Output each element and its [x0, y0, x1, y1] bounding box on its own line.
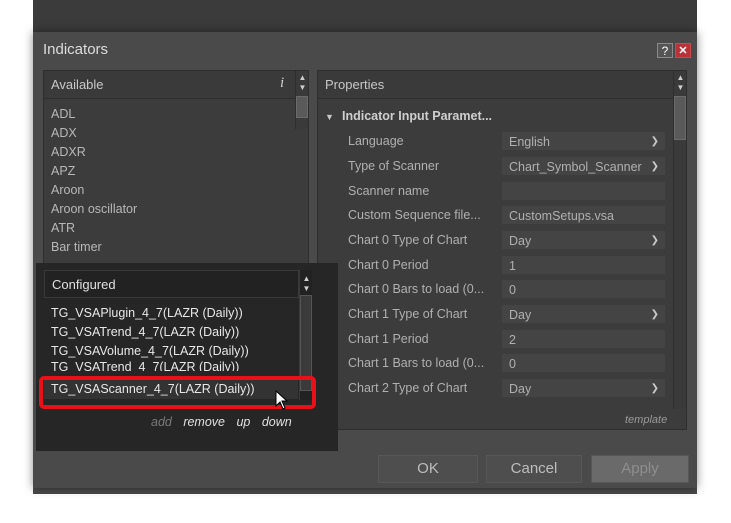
chart0-type-value: Day — [509, 234, 532, 248]
down-link[interactable]: down — [262, 415, 292, 429]
remove-link[interactable]: remove — [183, 415, 225, 429]
chart0-bars-input[interactable]: 0 — [501, 279, 666, 299]
configured-actions: add remove up down — [151, 413, 292, 431]
available-item-aroon-oscillator[interactable]: Aroon oscillator — [44, 200, 294, 219]
apply-button[interactable]: Apply — [591, 455, 689, 483]
property-label: Scanner name — [348, 184, 430, 198]
info-icon[interactable]: i — [280, 75, 284, 92]
props-scroll-up-icon[interactable]: ▲ — [674, 73, 687, 83]
help-button[interactable]: ? — [657, 43, 673, 58]
property-label: Type of Scanner — [348, 159, 440, 173]
available-item-aroon[interactable]: Aroon — [44, 181, 294, 200]
available-scrollbar[interactable]: ▲ ▼ — [295, 71, 308, 129]
property-row: Chart 1 Type of Chart Day ❯ — [348, 304, 668, 328]
scroll-thumb[interactable] — [296, 96, 308, 118]
property-row: Chart 1 Period 2 — [348, 329, 668, 353]
section-title[interactable]: Indicator Input Paramet... — [342, 109, 492, 123]
available-item-bar-timer[interactable]: Bar timer — [44, 238, 294, 257]
title-bar[interactable]: Indicators ? ✕ — [33, 32, 697, 64]
available-header-label: Available — [51, 77, 104, 92]
props-scroll-thumb[interactable] — [674, 96, 686, 140]
props-scroll-down-icon[interactable]: ▼ — [674, 83, 687, 93]
section-collapse-icon[interactable]: ▼ — [325, 112, 334, 122]
template-link[interactable]: template — [625, 414, 667, 426]
properties-panel: Properties ▲ ▼ ▼ Indicator Input Paramet… — [317, 70, 687, 430]
property-row: Chart 2 Type of Chart Day ❯ — [348, 378, 668, 402]
mouse-cursor-icon — [275, 390, 289, 410]
properties-scrollbar[interactable]: ▲ ▼ — [673, 71, 686, 409]
configured-scroll-up-icon[interactable]: ▲ — [300, 274, 313, 284]
configured-header-label: Configured — [52, 277, 116, 292]
chart2-type-select[interactable]: Day ❯ — [501, 378, 666, 398]
scanner-type-select[interactable]: Chart_Symbol_Scanner ❯ — [501, 156, 666, 176]
ok-button[interactable]: OK — [378, 455, 478, 483]
property-row: Chart 0 Period 1 — [348, 255, 668, 279]
property-label: Chart 1 Type of Chart — [348, 307, 468, 321]
configured-item[interactable]: TG_VSAVolume_4_7(LAZR (Daily)) — [44, 342, 298, 361]
chevron-down-icon: ❯ — [650, 161, 659, 172]
property-label: Custom Sequence file... — [348, 208, 481, 222]
configured-scroll-down-icon[interactable]: ▼ — [300, 284, 313, 294]
properties-header: Properties — [318, 71, 673, 99]
configured-item[interactable]: TG_VSAPlugin_4_7(LAZR (Daily)) — [44, 304, 298, 323]
close-button[interactable]: ✕ — [675, 43, 691, 58]
chevron-down-icon: ❯ — [650, 136, 659, 147]
chart1-type-select[interactable]: Day ❯ — [501, 304, 666, 324]
configured-overlay: Configured ▲ ▼ TG_VSAPlugin_4_7(LAZR (Da… — [36, 263, 338, 451]
scroll-up-icon[interactable]: ▲ — [296, 73, 309, 83]
available-item-adl[interactable]: ADL — [44, 105, 294, 124]
dialog-title: Indicators — [43, 41, 109, 58]
language-select[interactable]: English ❯ — [501, 131, 666, 151]
scanner-name-input[interactable] — [501, 181, 666, 201]
cancel-button[interactable]: Cancel — [486, 455, 582, 483]
available-item-adxr[interactable]: ADXR — [44, 143, 294, 162]
property-row: Custom Sequence file... CustomSetups.vsa — [348, 205, 668, 229]
available-item-atr[interactable]: ATR — [44, 219, 294, 238]
chart2-type-value: Day — [509, 382, 532, 396]
scroll-down-icon[interactable]: ▼ — [296, 83, 309, 93]
available-item-adx[interactable]: ADX — [44, 124, 294, 143]
chart1-type-value: Day — [509, 308, 532, 322]
chart0-period-input[interactable]: 1 — [501, 255, 666, 275]
property-row: Scanner name — [348, 181, 668, 205]
property-row: Chart 0 Bars to load (0... 0 — [348, 279, 668, 303]
property-label: Chart 0 Type of Chart — [348, 233, 468, 247]
property-row: Type of Scanner Chart_Symbol_Scanner ❯ — [348, 156, 668, 180]
property-label: Chart 0 Bars to load (0... — [348, 282, 485, 296]
chart0-type-select[interactable]: Day ❯ — [501, 230, 666, 250]
configured-panel: Configured ▲ ▼ TG_VSAPlugin_4_7(LAZR (Da… — [44, 270, 317, 437]
background-chart-strip-top — [33, 0, 697, 34]
property-label: Language — [348, 134, 404, 148]
property-label: Chart 0 Period — [348, 258, 429, 272]
property-label: Chart 2 Type of Chart — [348, 381, 468, 395]
properties-header-label: Properties — [325, 77, 385, 92]
property-row: Language English ❯ — [348, 131, 668, 155]
configured-item-partial[interactable]: TG_VSATrend_4_7(LAZR (Daily)) — [44, 361, 298, 371]
property-label: Chart 1 Period — [348, 332, 429, 346]
available-list: ADL ADX ADXR APZ Aroon Aroon oscillator … — [44, 105, 294, 257]
property-label: Chart 1 Bars to load (0... — [348, 356, 485, 370]
sequence-file-input[interactable]: CustomSetups.vsa — [501, 205, 666, 225]
scanner-type-value: Chart_Symbol_Scanner — [509, 160, 642, 174]
property-row: Chart 0 Type of Chart Day ❯ — [348, 230, 668, 254]
chevron-down-icon: ❯ — [650, 235, 659, 246]
chart1-period-input[interactable]: 2 — [501, 329, 666, 349]
language-value: English — [509, 135, 550, 149]
chart1-bars-input[interactable]: 0 — [501, 353, 666, 373]
add-link[interactable]: add — [151, 415, 172, 429]
configured-item[interactable]: TG_VSATrend_4_7(LAZR (Daily)) — [44, 323, 298, 342]
configured-header: Configured — [44, 270, 299, 298]
up-link[interactable]: up — [236, 415, 250, 429]
chevron-down-icon: ❯ — [650, 383, 659, 394]
available-item-apz[interactable]: APZ — [44, 162, 294, 181]
chevron-down-icon: ❯ — [650, 309, 659, 320]
available-header: Available — [44, 71, 295, 99]
property-row: Chart 1 Bars to load (0... 0 — [348, 353, 668, 377]
